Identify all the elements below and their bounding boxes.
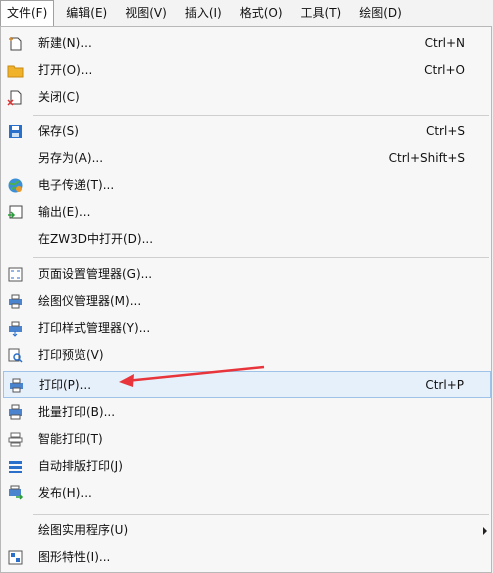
annotation-arrow — [119, 365, 265, 387]
